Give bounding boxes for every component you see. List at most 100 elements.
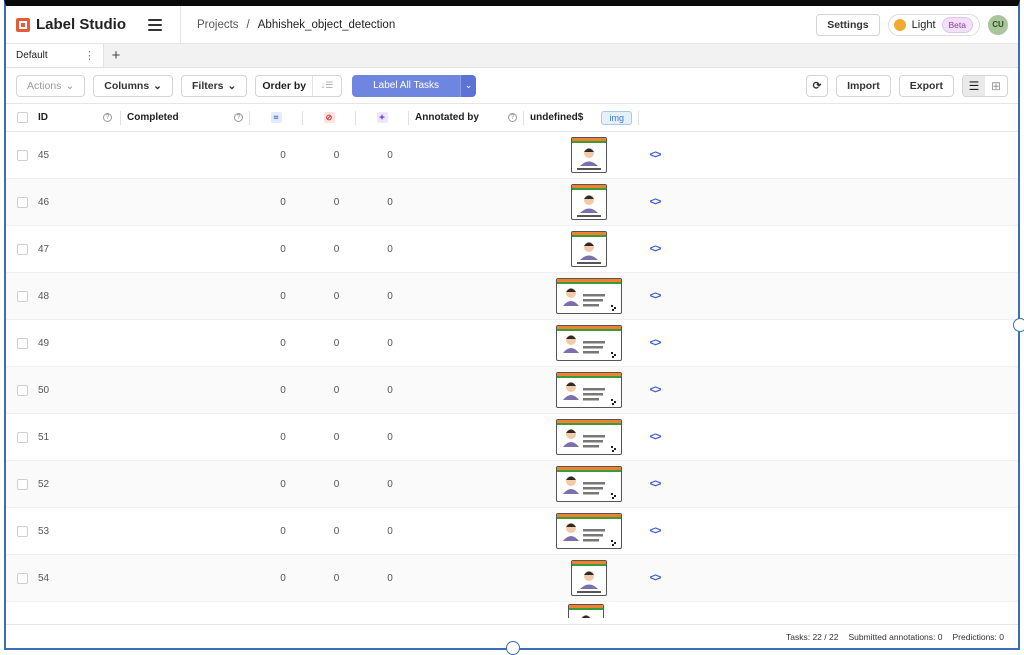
predictions-cell: 0 — [363, 432, 417, 443]
code-icon[interactable]: <> — [650, 290, 662, 302]
total-annotations-cell: 0 — [256, 150, 310, 161]
image-thumbnail[interactable] — [571, 560, 607, 596]
annotations-count: 0 — [280, 478, 286, 490]
header-cell-cancelled[interactable]: ⊘ — [303, 112, 355, 123]
resize-handle-bottom[interactable] — [506, 641, 520, 655]
actions-dropdown[interactable]: Actions ⌄ — [16, 74, 86, 97]
image-thumbnail[interactable] — [568, 604, 604, 618]
row-select-cell — [6, 525, 38, 537]
image-thumbnail[interactable] — [556, 419, 622, 455]
help-icon[interactable]: ? — [508, 113, 517, 122]
view-tabs: Default ⋮ + — [6, 44, 1018, 68]
predictions-icon: ✦ — [376, 112, 388, 123]
cancelled-cell: 0 — [310, 244, 363, 255]
header-cell-annotated-by[interactable]: Annotated by? — [409, 112, 523, 123]
row-checkbox[interactable] — [16, 337, 28, 349]
cancelled-count: 0 — [333, 243, 340, 255]
row-checkbox[interactable] — [16, 149, 28, 161]
header-cell-completed[interactable]: Completed? — [121, 112, 249, 123]
table-row[interactable]: 54 0 0 0 <> — [6, 555, 1018, 602]
grid-view-icon[interactable]: ⊞ — [985, 76, 1007, 96]
help-icon[interactable]: ? — [103, 113, 112, 122]
column-id-label: ID — [38, 112, 48, 123]
image-thumbnail[interactable] — [571, 184, 607, 220]
code-icon[interactable]: <> — [650, 384, 662, 396]
list-view-icon[interactable]: ☰ — [963, 75, 985, 96]
row-checkbox[interactable] — [16, 572, 28, 584]
tab-menu-icon[interactable]: ⋮ — [84, 49, 95, 62]
predictions-count: 0 — [387, 572, 393, 584]
cancelled-count: 0 — [333, 525, 340, 537]
filters-dropdown[interactable]: Filters ⌄ — [180, 74, 248, 97]
predictions-cell: 0 — [363, 150, 417, 161]
table-row[interactable]: 52 0 0 0 <> — [6, 461, 1018, 508]
theme-toggle[interactable]: Light Beta — [887, 13, 980, 36]
refresh-button[interactable]: ⟳ — [806, 74, 829, 97]
select-all-checkbox[interactable] — [16, 112, 28, 123]
table-row[interactable]: 47 0 0 0 <> — [6, 226, 1018, 273]
predictions-count: 0 — [387, 196, 393, 208]
row-checkbox[interactable] — [16, 478, 28, 490]
image-thumbnail[interactable] — [556, 278, 622, 314]
resize-handle-right[interactable] — [1013, 318, 1024, 332]
table-row[interactable]: 46 0 0 0 <> — [6, 179, 1018, 226]
predictions-count: 0 — [387, 384, 393, 396]
settings-button[interactable]: Settings — [816, 13, 880, 36]
table-row[interactable]: 45 0 0 0 <> — [6, 132, 1018, 179]
column-completed-label: Completed — [127, 112, 179, 123]
row-checkbox[interactable] — [16, 431, 28, 443]
label-all-tasks-button[interactable]: Label All Tasks — [352, 74, 461, 97]
chevron-down-icon[interactable]: ⌄ — [460, 74, 477, 97]
breadcrumb-projects[interactable]: Projects — [197, 19, 239, 31]
row-checkbox[interactable] — [16, 384, 28, 396]
code-icon[interactable]: <> — [650, 149, 662, 161]
table-row[interactable]: 50 0 0 0 <> — [6, 367, 1018, 414]
code-icon[interactable]: <> — [650, 243, 662, 255]
add-tab-button[interactable]: + — [104, 44, 128, 67]
table-row[interactable]: 51 0 0 0 <> — [6, 414, 1018, 461]
sort-direction-icon[interactable]: ↓☰ — [313, 76, 341, 96]
import-button[interactable]: Import — [836, 74, 891, 97]
task-id: 49 — [38, 337, 50, 349]
total-annotations-cell: 0 — [256, 573, 310, 584]
help-icon[interactable]: ? — [234, 113, 243, 122]
table-row[interactable]: 48 0 0 0 <> — [6, 273, 1018, 320]
image-thumbnail[interactable] — [556, 466, 622, 502]
code-icon[interactable]: <> — [650, 196, 662, 208]
header-cell-total-annotations[interactable]: ⌗ — [250, 112, 302, 123]
row-checkbox[interactable] — [16, 243, 28, 255]
header-cell-predictions[interactable]: ✦ — [356, 112, 408, 123]
menu-icon[interactable] — [148, 18, 162, 31]
table-row[interactable] — [6, 602, 1018, 618]
code-icon[interactable]: <> — [650, 337, 662, 349]
image-thumbnail[interactable] — [556, 325, 622, 361]
row-checkbox[interactable] — [16, 196, 28, 208]
header-cell-id[interactable]: ID? — [38, 112, 120, 123]
columns-dropdown[interactable]: Columns ⌄ — [93, 74, 173, 97]
export-button[interactable]: Export — [898, 74, 954, 97]
image-cell — [535, 231, 643, 267]
code-icon[interactable]: <> — [650, 478, 662, 490]
image-thumbnail[interactable] — [571, 231, 607, 267]
tab-default[interactable]: Default ⋮ — [6, 44, 104, 67]
row-checkbox[interactable] — [16, 525, 28, 537]
task-id: 47 — [38, 243, 50, 255]
app-logo[interactable]: Label Studio — [16, 16, 126, 33]
code-icon[interactable]: <> — [650, 572, 662, 584]
table-row[interactable]: 53 0 0 0 <> — [6, 508, 1018, 555]
header-cell-image[interactable]: undefined$ img — [524, 110, 638, 125]
image-cell — [535, 137, 643, 173]
top-bar: Label Studio Projects / Abhishek_object_… — [6, 6, 1018, 44]
code-icon[interactable]: <> — [650, 525, 662, 537]
cancelled-count: 0 — [333, 149, 340, 161]
code-icon[interactable]: <> — [650, 431, 662, 443]
image-thumbnail[interactable] — [571, 137, 607, 173]
image-thumbnail[interactable] — [556, 372, 622, 408]
user-avatar[interactable]: CU — [988, 14, 1008, 35]
predictions-count: 0 — [387, 290, 393, 302]
row-checkbox[interactable] — [16, 290, 28, 302]
image-thumbnail[interactable] — [556, 513, 622, 549]
chevron-down-icon: ⌄ — [227, 79, 237, 92]
table-row[interactable]: 49 0 0 0 <> — [6, 320, 1018, 367]
order-by-control[interactable]: Order by ↓☰ — [255, 74, 343, 97]
